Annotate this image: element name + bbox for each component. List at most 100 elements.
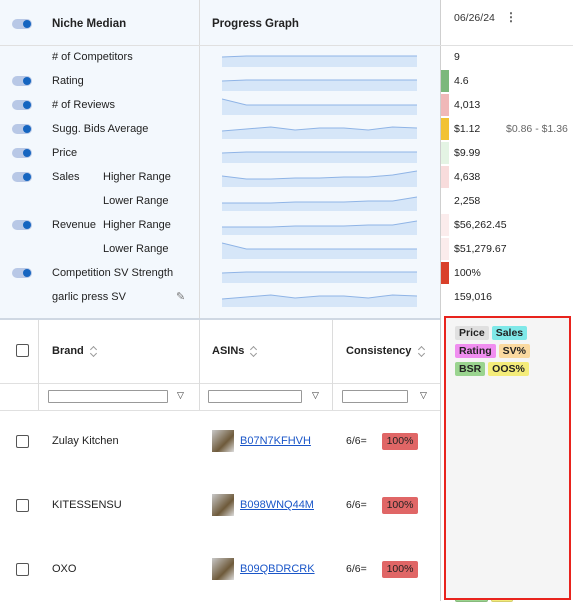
brand-header[interactable]: Brand [52, 345, 99, 357]
metric-value: $56,262.45 [454, 219, 507, 231]
consistency-cell: 6/6= [346, 499, 367, 511]
metric-legend: Price Sales Rating SV% BSR OOS% [455, 326, 565, 380]
sparkline [222, 126, 417, 139]
edit-icon[interactable]: ✎ [176, 290, 185, 303]
metric-sublabel: Higher Range [103, 219, 171, 231]
metric-color-bar [441, 118, 449, 140]
metric-toggle[interactable] [12, 172, 32, 182]
metric-label: Sugg. Bids Average [52, 123, 149, 135]
select-all-checkbox[interactable] [16, 344, 29, 357]
sparkline-area [222, 197, 417, 211]
sparkline [222, 196, 417, 211]
metric-color-bar [441, 70, 449, 92]
sparkline [222, 98, 417, 115]
sparkline-line [222, 98, 417, 106]
metric-label: # of Competitors [52, 51, 133, 63]
sort-icon[interactable] [418, 346, 427, 357]
niche-median-header: Niche Median [52, 18, 127, 30]
consistency-badge: 100% [382, 433, 418, 450]
divider [332, 320, 333, 410]
niche-toggle[interactable] [12, 19, 32, 29]
sparkline [222, 170, 417, 187]
divider [38, 320, 39, 410]
sparkline [222, 151, 417, 163]
metric-color-bar [441, 262, 449, 284]
sparkline-area [222, 56, 417, 67]
brand-cell: OXO [52, 563, 77, 575]
metric-value: $51,279.67 [454, 243, 507, 255]
metric-label: Competition SV Strength [52, 267, 174, 279]
more-vert-icon[interactable]: ⋮ [505, 10, 517, 24]
consistency-filter-input[interactable] [342, 390, 408, 403]
legend-pill: Rating [455, 344, 496, 358]
product-image [212, 558, 234, 580]
metric-label: Revenue [52, 219, 97, 231]
metric-color-bar [441, 94, 449, 116]
asin-link[interactable]: B098WNQ44M [240, 499, 314, 511]
consistency-cell: 6/6= [346, 563, 367, 575]
metric-label: Price [52, 147, 78, 159]
metric-value: 4,638 [454, 171, 481, 183]
metric-toggle[interactable] [12, 76, 32, 86]
brand-header-label: Brand [52, 345, 84, 357]
divider [0, 45, 573, 46]
progress-graph-header: Progress Graph [212, 18, 299, 30]
consistency-cell: 6/6= [346, 435, 367, 447]
sparkline [222, 55, 417, 67]
legend-pill: Price [455, 326, 489, 340]
metric-value: 2,258 [454, 195, 481, 207]
metric-color-bar [441, 238, 449, 260]
sparkline-area [222, 243, 417, 259]
divider [199, 0, 200, 318]
brand-filter-input[interactable] [48, 390, 168, 403]
divider [199, 320, 200, 410]
divider [0, 383, 440, 384]
consistency-sort[interactable] [418, 345, 427, 357]
legend-pill: SV% [498, 344, 531, 358]
product-image [212, 430, 234, 452]
row-checkbox[interactable] [16, 499, 29, 512]
metric-label: garlic press SV [52, 291, 126, 303]
metric-toggle[interactable] [12, 100, 32, 110]
metric-toggle[interactable] [12, 220, 32, 230]
filter-icon[interactable]: ▽ [312, 390, 319, 401]
metric-value: 100% [454, 267, 481, 279]
metric-sublabel: Lower Range [103, 243, 169, 255]
metric-toggle[interactable] [12, 268, 32, 278]
sparkline [222, 271, 417, 283]
product-image [212, 494, 234, 516]
sparkline [222, 242, 417, 259]
sparkline-area [222, 221, 417, 235]
sparkline [222, 220, 417, 235]
sparkline-area [222, 272, 417, 283]
metric-value: 159,016 [454, 291, 492, 303]
metric-toggle[interactable] [12, 148, 32, 158]
metric-value: 4,013 [454, 99, 481, 111]
metric-toggle[interactable] [12, 124, 32, 134]
metric-value: $1.12 [454, 123, 481, 135]
metric-value: $9.99 [454, 147, 481, 159]
metric-sublabel: Lower Range [103, 195, 169, 207]
sort-icon[interactable] [90, 346, 99, 357]
legend-pill: Sales [491, 326, 528, 340]
row-checkbox[interactable] [16, 435, 29, 448]
metric-label: Rating [52, 75, 84, 87]
asin-link[interactable]: B09QBDRCRK [240, 563, 315, 575]
metric-sublabel: Higher Range [103, 171, 171, 183]
sort-icon[interactable] [250, 346, 259, 357]
metric-range: $0.86 - $1.36 [506, 123, 568, 135]
asins-header[interactable]: ASINs [212, 345, 259, 357]
filter-icon[interactable]: ▽ [177, 390, 184, 401]
row-checkbox[interactable] [16, 563, 29, 576]
asin-link[interactable]: B07N7KFHVH [240, 435, 311, 447]
metric-color-bar [441, 166, 449, 188]
sparkline [222, 294, 417, 307]
metric-color-bar [441, 142, 449, 164]
consistency-badge: 100% [382, 497, 418, 514]
sparkline [222, 79, 417, 91]
filter-icon[interactable]: ▽ [420, 390, 427, 401]
divider [0, 318, 440, 320]
metric-label: # of Reviews [52, 99, 115, 111]
asin-filter-input[interactable] [208, 390, 302, 403]
sparkline-area [222, 80, 417, 91]
